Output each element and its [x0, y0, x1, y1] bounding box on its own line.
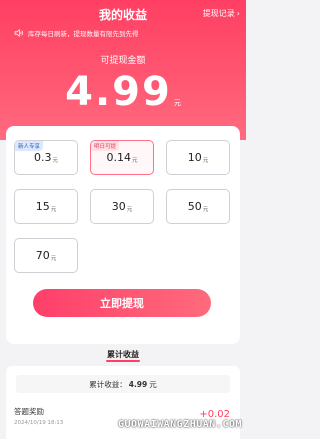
notice-text: 库存每日刷新，提现数量有限先到先得 — [28, 30, 139, 38]
tab-underline — [106, 360, 140, 362]
speaker-icon — [14, 29, 23, 37]
option-0.3[interactable]: 新人专享 0.3 元 — [14, 140, 78, 175]
option-unit: 元 — [50, 206, 57, 213]
option-unit: 元 — [50, 255, 57, 262]
option-value: 50 — [187, 200, 202, 213]
tab-cumulative-earnings[interactable]: 累计收益 — [0, 349, 246, 360]
withdraw-records-label: 提现记录 — [202, 9, 235, 18]
record-title: 答题奖励 — [14, 407, 44, 416]
option-value: 70 — [35, 249, 50, 262]
chevron-right-icon: › — [236, 8, 240, 18]
record-time: 2024/10/19 18:13 — [14, 420, 64, 426]
new-user-badge: 新人专享 — [15, 141, 44, 151]
option-unit: 元 — [126, 206, 133, 213]
option-value: 0.14 — [106, 151, 131, 164]
option-unit: 元 — [131, 157, 138, 164]
header-banner: 我的收益 提现记录 › 库存每日刷新，提现数量有限先到先得 可提现金额 4.99… — [0, 0, 246, 140]
option-70[interactable]: 70 元 — [14, 238, 78, 273]
option-unit: 元 — [52, 157, 58, 164]
option-50[interactable]: 50 元 — [166, 189, 230, 224]
option-15[interactable]: 15 元 — [14, 189, 78, 224]
option-0.14[interactable]: 明日可提 0.14 元 — [90, 140, 154, 175]
watermark-text: GUOWAIWANGZHUAN.COM — [118, 419, 242, 430]
option-value: 10 — [187, 151, 202, 164]
notice-bar: 库存每日刷新，提现数量有限先到先得 — [14, 28, 139, 38]
withdrawable-amount-value: 4.99 — [65, 69, 172, 115]
option-unit: 元 — [202, 206, 209, 213]
withdraw-now-button[interactable]: 立即提现 — [33, 289, 211, 317]
option-value: 15 — [35, 200, 50, 213]
option-unit: 元 — [202, 157, 209, 164]
summary-amount: 4.99 — [128, 379, 148, 389]
withdrawable-amount-unit: 元 — [173, 99, 181, 107]
option-30[interactable]: 30 元 — [90, 189, 154, 224]
withdrawable-amount: 4.99 元 — [0, 69, 246, 115]
summary-label: 累计收益： — [89, 379, 127, 389]
cumulative-earnings-summary: 累计收益： 4.99 元 — [16, 375, 230, 393]
tomorrow-badge: 明日可提 — [91, 141, 120, 151]
option-value: 0.3 — [33, 151, 52, 164]
option-value: 30 — [111, 200, 126, 213]
option-10[interactable]: 10 元 — [166, 140, 230, 175]
withdraw-records-link[interactable]: 提现记录 › — [203, 8, 240, 19]
summary-unit: 元 — [149, 379, 157, 389]
withdrawable-label: 可提现金额 — [100, 56, 146, 66]
